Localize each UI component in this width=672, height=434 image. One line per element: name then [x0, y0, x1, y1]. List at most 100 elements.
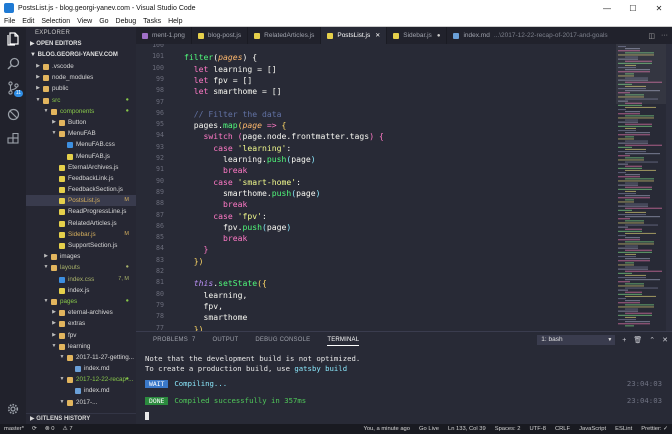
tab-terminal[interactable]: TERMINAL [327, 337, 360, 346]
menu-tasks[interactable]: Tasks [143, 18, 161, 25]
prettier-status[interactable]: Prettier: ✓ [641, 426, 668, 432]
tree-item[interactable]: ▶ node_modules [26, 72, 136, 83]
menu-view[interactable]: View [77, 18, 92, 25]
code-line[interactable]: filter(pages) { [184, 52, 257, 62]
menu-help[interactable]: Help [168, 18, 182, 25]
open-editors-section[interactable]: ▶ OPEN EDITORS [26, 39, 136, 50]
project-section[interactable]: ▼ BLOG.GEORGI-YANEV.COM [26, 50, 136, 61]
tree-item[interactable]: index.js [26, 285, 136, 296]
menu-selection[interactable]: Selection [41, 18, 70, 25]
code-line[interactable]: learning, [184, 290, 247, 300]
sync-icon[interactable]: ⟳ [32, 426, 37, 432]
code-line[interactable]: case 'fpv': [184, 211, 267, 221]
errors-count[interactable]: ⊗ 0 [45, 426, 55, 432]
tree-item[interactable]: ReadProgressLine.js [26, 206, 136, 217]
tree-item[interactable]: FeedbackSection.js [26, 184, 136, 195]
menu-debug[interactable]: Debug [116, 18, 137, 25]
tree-item[interactable]: index.md [26, 363, 136, 374]
encoding[interactable]: UTF-8 [530, 426, 546, 432]
search-icon[interactable] [5, 55, 21, 71]
editor-tab[interactable]: index.md ...\2017-12-22-recap-of-2017-and… [447, 27, 615, 44]
gitlens-history-section[interactable]: ▶ GITLENS HISTORY [26, 413, 136, 424]
code-line[interactable]: case 'smart-home': [184, 177, 301, 187]
tab-output[interactable]: OUTPUT [213, 337, 239, 343]
tree-item[interactable]: ▼ layouts ● [26, 262, 136, 273]
editor-tab[interactable]: PostsList.js ✕ [321, 27, 388, 44]
code-line[interactable]: case 'learning': [184, 143, 291, 153]
git-blame[interactable]: You, a minute ago [363, 426, 410, 432]
editor-tab[interactable]: RelatedArticles.js [248, 27, 322, 44]
tree-item[interactable]: index.css 7, M [26, 274, 136, 285]
tree-item[interactable]: ▶ Button [26, 117, 136, 128]
code-line[interactable]: switch (page.node.frontmatter.tags) { [184, 131, 383, 141]
maximize-button[interactable]: ☐ [620, 0, 646, 16]
code-line[interactable]: fpv, [184, 301, 223, 311]
code-line[interactable]: } [184, 244, 208, 254]
tree-item[interactable]: ▶ images [26, 251, 136, 262]
minimize-button[interactable]: — [594, 0, 620, 16]
close-tab-icon[interactable]: ✕ [375, 32, 380, 39]
files-icon[interactable] [5, 31, 21, 47]
tree-item[interactable]: ▶ eternal-archives [26, 307, 136, 318]
tree-item[interactable]: MenuFAB.js [26, 151, 136, 162]
settings-gear-icon[interactable] [5, 401, 21, 417]
split-editor-icon[interactable]: ◫ [648, 32, 655, 40]
source-control-icon[interactable]: 11 [5, 80, 23, 97]
code-line[interactable]: break [184, 233, 247, 243]
tab-problems[interactable]: PROBLEMS 7 [153, 337, 196, 343]
eslint-status[interactable]: ESLint [615, 426, 632, 432]
tree-item[interactable]: ▶ .vscode [26, 61, 136, 72]
extensions-icon[interactable] [5, 131, 21, 147]
add-terminal-icon[interactable]: + [622, 337, 626, 344]
more-actions-icon[interactable]: ··· [661, 32, 668, 39]
code-line[interactable]: pages.map(page => { [184, 120, 287, 130]
terminal-select[interactable]: 1: bash ▼ [537, 335, 616, 345]
debug-icon[interactable] [5, 106, 21, 122]
close-window-button[interactable]: ✕ [646, 0, 672, 16]
end-of-line[interactable]: CRLF [555, 426, 570, 432]
code-line[interactable]: smarthome.push(page) [184, 188, 321, 198]
tree-item[interactable]: RelatedArticles.js [26, 218, 136, 229]
git-branch[interactable]: master* [4, 426, 24, 432]
tree-item[interactable]: MenuFAB.css [26, 139, 136, 150]
tree-item[interactable]: SupportSection.js [26, 240, 136, 251]
editor-tab[interactable]: blog-post.js [192, 27, 249, 44]
minimap[interactable] [616, 44, 666, 331]
menu-go[interactable]: Go [99, 18, 108, 25]
tree-item[interactable]: ▼ pages ● [26, 296, 136, 307]
code-line[interactable]: break [184, 165, 247, 175]
code-editor[interactable]: 100 101 100 99 98 97 96 95 94 93 92 91 90 89 88 87 86 85 8… [136, 44, 672, 331]
tree-item[interactable]: ▼ 2017-12-22-recap-... ● [26, 374, 136, 385]
menu-file[interactable]: File [4, 18, 15, 25]
tree-item[interactable]: ▶ public [26, 83, 136, 94]
editor-scrollbar[interactable] [666, 44, 672, 331]
code-line[interactable]: // Filter the data [184, 109, 282, 119]
code-line[interactable]: learning.push(page) [184, 154, 316, 164]
tree-item[interactable]: ▼ components ● [26, 106, 136, 117]
tab-debug-console[interactable]: DEBUG CONSOLE [255, 337, 310, 343]
code-line[interactable]: this.setState({ [184, 278, 267, 288]
tree-item[interactable]: index.md [26, 385, 136, 396]
editor-tab[interactable]: ment-1.png [136, 27, 192, 44]
tree-item[interactable]: Sidebar.js M [26, 229, 136, 240]
code-line[interactable]: fpv.push(page) [184, 222, 291, 232]
tree-item[interactable]: ▶ fpv [26, 330, 136, 341]
chevron-up-icon[interactable]: ⌃ [649, 336, 655, 344]
tree-item[interactable]: ▼ MenuFAB [26, 128, 136, 139]
indentation[interactable]: Spaces: 2 [495, 426, 521, 432]
go-live-button[interactable]: Go Live [419, 426, 439, 432]
tree-item[interactable]: ▼ learning [26, 341, 136, 352]
code-line[interactable]: break [184, 199, 247, 209]
menu-edit[interactable]: Edit [22, 18, 34, 25]
code-line[interactable]: let smarthome = [] [184, 86, 282, 96]
tree-item[interactable]: ▶ extras [26, 318, 136, 329]
tree-item[interactable]: PostsList.js M [26, 195, 136, 207]
tree-item[interactable]: FeedbackLink.js [26, 173, 136, 184]
tree-item[interactable]: ▼ 2017-11-27-getting... [26, 352, 136, 363]
minimap-viewport[interactable] [616, 44, 666, 104]
code-line[interactable]: }) [184, 256, 204, 266]
code-line[interactable]: smarthome [184, 312, 247, 322]
code-line[interactable]: }) [184, 324, 204, 332]
warnings-count[interactable]: ⚠ 7 [63, 426, 73, 432]
tree-item[interactable]: EternalArchives.js [26, 162, 136, 173]
